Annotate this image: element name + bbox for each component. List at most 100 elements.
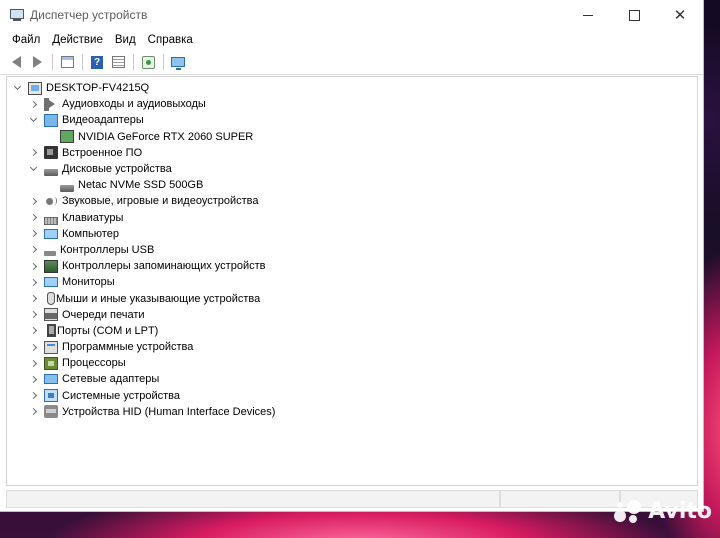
close-button[interactable]: ✕: [657, 0, 703, 30]
tree-item-display-adapters[interactable]: Видеоадаптеры: [7, 112, 697, 128]
tree-item-mice[interactable]: Мыши и иные указывающие устройства: [7, 290, 697, 306]
system-device-icon: [44, 389, 58, 403]
title-bar[interactable]: Диспетчер устройств ✕: [0, 0, 703, 30]
tree-item-label: Звуковые, игровые и видеоустройства: [62, 195, 259, 208]
maximize-button[interactable]: [611, 0, 657, 30]
back-button[interactable]: [6, 52, 26, 72]
scan-hardware-button[interactable]: [138, 52, 158, 72]
expand-chevron-icon[interactable]: [27, 212, 39, 224]
help-icon: ?: [91, 55, 103, 69]
sound-icon: [44, 194, 58, 208]
tree-item-label: Процессоры: [62, 357, 126, 370]
display-adapter-icon: [44, 113, 58, 127]
close-icon: ✕: [673, 6, 687, 24]
expand-chevron-icon[interactable]: [27, 98, 39, 110]
menu-action[interactable]: Действие: [46, 32, 109, 48]
toolbar-separator: [163, 54, 164, 70]
tree-item-software-devices[interactable]: Программные устройства: [7, 339, 697, 355]
tree-item-label: Устройства HID (Human Interface Devices): [62, 405, 276, 418]
forward-button[interactable]: [27, 52, 47, 72]
menu-bar: Файл Действие Вид Справка: [0, 30, 703, 50]
expand-chevron-icon[interactable]: [27, 373, 39, 385]
tree-item-audio-io[interactable]: Аудиовходы и аудиовыходы: [7, 96, 697, 112]
avito-watermark-text: Avito: [648, 498, 712, 524]
avito-watermark: Avito: [614, 498, 712, 524]
software-device-icon: [44, 340, 58, 354]
monitor-icon: [44, 277, 58, 288]
expand-chevron-icon[interactable]: [27, 406, 39, 418]
tree-item-processors[interactable]: Процессоры: [7, 355, 697, 371]
expand-chevron-icon[interactable]: [27, 293, 39, 305]
minimize-button[interactable]: [565, 0, 611, 30]
tree-item-print-queues[interactable]: Очереди печати: [7, 307, 697, 323]
disk-drive-icon: [44, 168, 58, 176]
device-tree[interactable]: DESKTOP-FV4215Q Аудиовходы и аудиовыходы…: [6, 76, 698, 486]
toolbar-separator: [133, 54, 134, 70]
expand-chevron-icon[interactable]: [27, 228, 39, 240]
tree-item-label: Мыши и иные указывающие устройства: [56, 292, 261, 305]
hid-icon: [44, 405, 58, 419]
computer-icon: [28, 81, 42, 95]
menu-file[interactable]: Файл: [6, 32, 46, 48]
help-button[interactable]: ?: [87, 52, 107, 72]
firmware-icon: [44, 146, 58, 160]
toolbar-separator: [52, 54, 53, 70]
menu-help[interactable]: Справка: [142, 32, 199, 48]
tree-item-hid[interactable]: Устройства HID (Human Interface Devices): [7, 404, 697, 420]
tree-item-label: Видеоадаптеры: [62, 114, 144, 127]
expand-chevron-icon[interactable]: [27, 244, 39, 256]
window-title: Диспетчер устройств: [30, 8, 148, 22]
tree-item-label: Контроллеры запоминающих устройств: [62, 260, 266, 273]
usb-icon: [44, 251, 56, 257]
tree-item-usb[interactable]: Контроллеры USB: [7, 242, 697, 258]
expand-chevron-icon[interactable]: [27, 390, 39, 402]
tree-item-firmware[interactable]: Встроенное ПО: [7, 145, 697, 161]
minimize-icon: [583, 14, 593, 16]
expand-chevron-icon[interactable]: [27, 325, 39, 337]
tree-item-ssd[interactable]: Netac NVMe SSD 500GB: [7, 177, 697, 193]
tree-item-network-adapters[interactable]: Сетевые адаптеры: [7, 371, 697, 387]
port-icon: [47, 324, 56, 338]
properties-icon: [60, 56, 74, 68]
view-button[interactable]: [108, 52, 128, 72]
tree-item-label: Встроенное ПО: [62, 146, 143, 159]
expand-chevron-icon[interactable]: [27, 147, 39, 159]
tree-item-label: Сетевые адаптеры: [62, 373, 160, 386]
tree-item-sound[interactable]: Звуковые, игровые и видеоустройства: [7, 193, 697, 209]
tree-item-disk-drives[interactable]: Дисковые устройства: [7, 161, 697, 177]
monitor-icon: [171, 57, 185, 70]
mouse-icon: [47, 292, 55, 306]
tree-item-keyboards[interactable]: Клавиатуры: [7, 210, 697, 226]
gpu-icon: [60, 130, 74, 144]
expand-chevron-icon[interactable]: [27, 195, 39, 207]
tree-item-label: Netac NVMe SSD 500GB: [78, 179, 204, 192]
scan-hardware-icon: [141, 55, 155, 69]
collapse-chevron-icon[interactable]: [27, 114, 39, 126]
network-adapter-icon: [44, 374, 58, 385]
collapse-chevron-icon[interactable]: [11, 82, 23, 94]
tree-item-storage-controllers[interactable]: Контроллеры запоминающих устройств: [7, 258, 697, 274]
audio-io-icon: [44, 97, 58, 111]
properties-button[interactable]: [57, 52, 77, 72]
monitor-button[interactable]: [168, 52, 188, 72]
storage-controller-icon: [44, 259, 58, 273]
expand-chevron-icon[interactable]: [27, 341, 39, 353]
expand-chevron-icon[interactable]: [27, 357, 39, 369]
menu-view[interactable]: Вид: [109, 32, 142, 48]
tree-item-ports[interactable]: Порты (COM и LPT): [7, 323, 697, 339]
tree-item-system-devices[interactable]: Системные устройства: [7, 388, 697, 404]
tree-item-monitors[interactable]: Мониторы: [7, 274, 697, 290]
maximize-icon: [628, 9, 640, 21]
tree-item-label: Системные устройства: [62, 389, 181, 402]
status-bar: [6, 490, 698, 508]
tree-root[interactable]: DESKTOP-FV4215Q: [7, 80, 697, 96]
expand-chevron-icon[interactable]: [27, 276, 39, 288]
tree-item-gpu[interactable]: NVIDIA GeForce RTX 2060 SUPER: [7, 129, 697, 145]
expand-chevron-icon[interactable]: [27, 260, 39, 272]
collapse-chevron-icon[interactable]: [27, 163, 39, 175]
expand-chevron-icon[interactable]: [27, 309, 39, 321]
status-cell: [6, 490, 500, 508]
printer-icon: [44, 308, 58, 322]
tree-item-label: Программные устройства: [62, 341, 194, 354]
tree-item-computer[interactable]: Компьютер: [7, 226, 697, 242]
